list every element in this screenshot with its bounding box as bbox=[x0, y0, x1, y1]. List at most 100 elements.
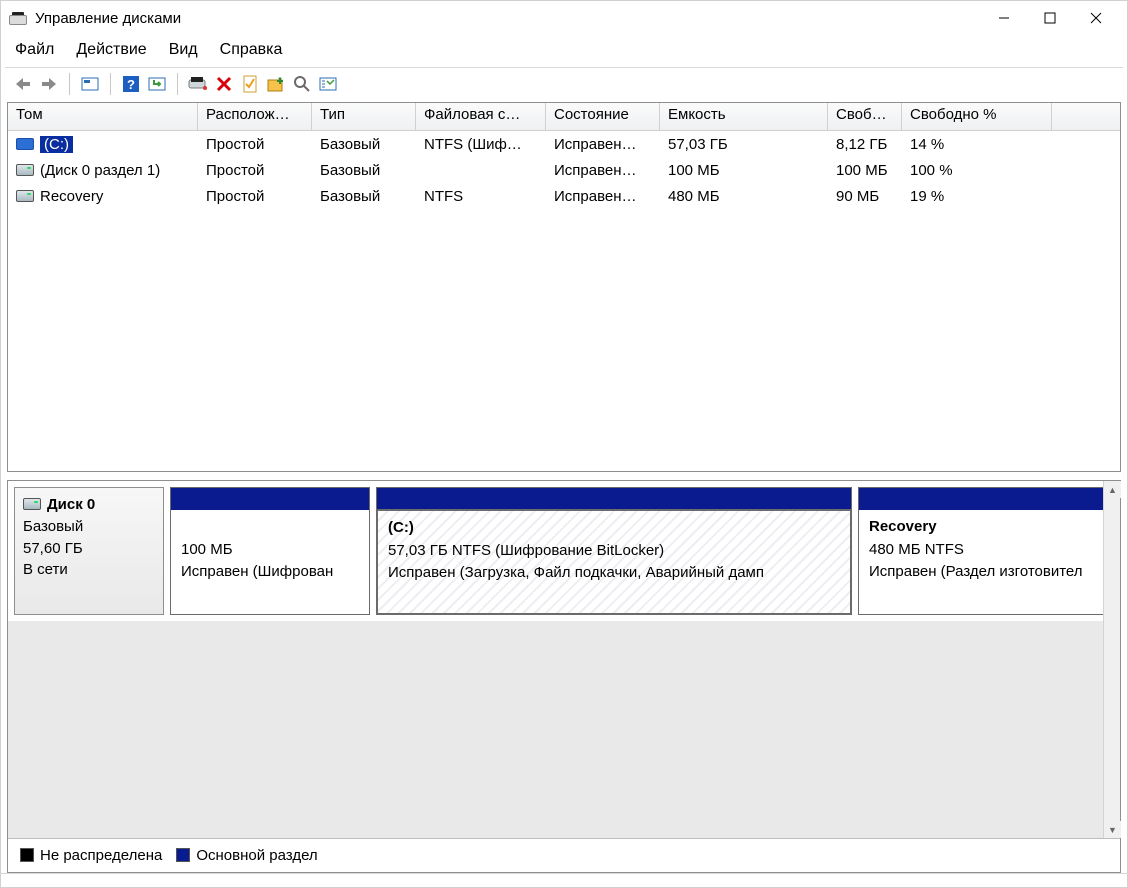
menu-action[interactable]: Действие bbox=[76, 41, 146, 59]
volume-label: Recovery bbox=[40, 188, 103, 205]
cell-fs: NTFS (Шиф… bbox=[416, 134, 546, 155]
properties-icon[interactable] bbox=[238, 72, 262, 96]
partition-header-bar bbox=[859, 488, 1113, 510]
window-title: Управление дисками bbox=[35, 10, 981, 27]
cell-free: 100 МБ bbox=[828, 160, 902, 181]
table-body: (C:)ПростойБазовыйNTFS (Шиф…Исправен…57,… bbox=[8, 131, 1120, 471]
cell-freepct: 100 % bbox=[902, 160, 1052, 181]
partition[interactable]: Recovery480 МБ NTFSИсправен (Раздел изго… bbox=[858, 487, 1114, 615]
cell-layout: Простой bbox=[198, 160, 312, 181]
table-row[interactable]: (C:) ПростойБазовыйNTFS (Шиф…Исправен…57,… bbox=[8, 131, 1120, 157]
cell-free: 8,12 ГБ bbox=[828, 134, 902, 155]
cell-capacity: 57,03 ГБ bbox=[660, 134, 828, 155]
cell-volume: (Диск 0 раздел 1) bbox=[8, 160, 198, 181]
app-icon bbox=[9, 11, 27, 25]
disk-layout-pane: Диск 0 Базовый 57,60 ГБ В сети 100 МБИсп… bbox=[7, 480, 1121, 873]
volume-icon bbox=[16, 190, 34, 202]
volume-label-wrap: Recovery bbox=[40, 188, 103, 205]
disk-header[interactable]: Диск 0 Базовый 57,60 ГБ В сети bbox=[14, 487, 164, 615]
partition[interactable]: (C:)57,03 ГБ NTFS (Шифрование BitLocker)… bbox=[376, 487, 852, 615]
cell-volume: (C:) bbox=[8, 134, 198, 155]
cell-status: Исправен… bbox=[546, 160, 660, 181]
cell-layout: Простой bbox=[198, 134, 312, 155]
menu-file[interactable]: Файл bbox=[15, 41, 54, 59]
menu-view[interactable]: Вид bbox=[169, 41, 198, 59]
disk-size: 57,60 ГБ bbox=[23, 538, 155, 560]
disk-icon bbox=[23, 498, 41, 510]
partition-header-bar bbox=[377, 488, 851, 510]
menubar: Файл Действие Вид Справка bbox=[1, 35, 1127, 65]
cell-tail bbox=[1052, 168, 1120, 172]
table-row[interactable]: RecoveryПростойБазовыйNTFSИсправен…480 М… bbox=[8, 183, 1120, 209]
minimize-button[interactable] bbox=[981, 1, 1027, 35]
column-header-free[interactable]: Свобод… bbox=[828, 103, 902, 130]
legend-unallocated: Не распределена bbox=[20, 847, 162, 864]
partition-line1: 480 МБ NTFS bbox=[869, 539, 1103, 562]
cell-tail bbox=[1052, 142, 1120, 146]
column-header-type[interactable]: Тип bbox=[312, 103, 416, 130]
maximize-button[interactable] bbox=[1027, 1, 1073, 35]
back-arrow-icon[interactable] bbox=[11, 72, 35, 96]
zoom-icon[interactable] bbox=[290, 72, 314, 96]
new-volume-icon[interactable] bbox=[264, 72, 288, 96]
volume-label-wrap: (Диск 0 раздел 1) bbox=[40, 162, 160, 179]
svg-text:?: ? bbox=[127, 77, 135, 92]
volume-icon bbox=[16, 138, 34, 150]
partition-container: 100 МБИсправен (Шифрован(C:)57,03 ГБ NTF… bbox=[170, 487, 1114, 615]
column-header-freepct[interactable]: Свободно % bbox=[902, 103, 1052, 130]
cell-tail bbox=[1052, 194, 1120, 198]
status-bar bbox=[1, 873, 1127, 887]
column-header-fs[interactable]: Файловая с… bbox=[416, 103, 546, 130]
titlebar: Управление дисками bbox=[1, 1, 1127, 35]
refresh-icon[interactable] bbox=[145, 72, 169, 96]
partition[interactable]: 100 МБИсправен (Шифрован bbox=[170, 487, 370, 615]
cell-volume: Recovery bbox=[8, 186, 198, 207]
cell-layout: Простой bbox=[198, 186, 312, 207]
column-header-volume[interactable]: Том bbox=[8, 103, 198, 130]
show-hide-console-icon[interactable] bbox=[78, 72, 102, 96]
column-header-capacity[interactable]: Емкость bbox=[660, 103, 828, 130]
menu-help[interactable]: Справка bbox=[220, 41, 283, 59]
table-header: Том Располож… Тип Файловая с… Состояние … bbox=[8, 103, 1120, 131]
forward-arrow-icon[interactable] bbox=[37, 72, 61, 96]
legend-swatch-black bbox=[20, 848, 34, 862]
delete-icon[interactable] bbox=[212, 72, 236, 96]
vertical-scrollbar[interactable]: ▲ ▼ bbox=[1103, 481, 1120, 838]
toolbar-separator bbox=[110, 73, 111, 95]
toolbar: ? bbox=[1, 68, 1127, 100]
toolbar-separator bbox=[69, 73, 70, 95]
partition-header-bar bbox=[171, 488, 369, 510]
column-header-tail bbox=[1052, 103, 1120, 130]
partition-body: 100 МБИсправен (Шифрован bbox=[171, 510, 369, 614]
scroll-down-icon[interactable]: ▼ bbox=[1104, 821, 1121, 838]
help-icon[interactable]: ? bbox=[119, 72, 143, 96]
legend: Не распределена Основной раздел bbox=[8, 838, 1120, 872]
window-controls bbox=[981, 1, 1119, 35]
disk-settings-icon[interactable] bbox=[186, 72, 210, 96]
cell-type: Базовый bbox=[312, 134, 416, 155]
volume-icon bbox=[16, 164, 34, 176]
volume-label-wrap: (C:) bbox=[40, 136, 73, 153]
partition-body: (C:)57,03 ГБ NTFS (Шифрование BitLocker)… bbox=[376, 509, 852, 615]
cell-fs: NTFS bbox=[416, 186, 546, 207]
disk-type: Базовый bbox=[23, 516, 155, 538]
legend-primary: Основной раздел bbox=[176, 847, 317, 864]
table-row[interactable]: (Диск 0 раздел 1)ПростойБазовыйИсправен…… bbox=[8, 157, 1120, 183]
scroll-up-icon[interactable]: ▲ bbox=[1104, 481, 1121, 498]
legend-swatch-navy bbox=[176, 848, 190, 862]
close-button[interactable] bbox=[1073, 1, 1119, 35]
partition-line1: 100 МБ bbox=[181, 539, 359, 562]
cell-capacity: 480 МБ bbox=[660, 186, 828, 207]
cell-status: Исправен… bbox=[546, 186, 660, 207]
partition-line2: Исправен (Шифрован bbox=[181, 561, 359, 584]
cell-fs bbox=[416, 168, 546, 172]
cell-status: Исправен… bbox=[546, 134, 660, 155]
disk-layout-filler bbox=[8, 621, 1120, 838]
column-header-status[interactable]: Состояние bbox=[546, 103, 660, 130]
partition-name: Recovery bbox=[869, 516, 1103, 539]
options-icon[interactable] bbox=[316, 72, 340, 96]
disk-management-window: Управление дисками Файл Действие Вид Спр… bbox=[0, 0, 1128, 888]
volume-list: Том Располож… Тип Файловая с… Состояние … bbox=[7, 102, 1121, 472]
column-header-layout[interactable]: Располож… bbox=[198, 103, 312, 130]
disk-title: Диск 0 bbox=[47, 496, 95, 513]
